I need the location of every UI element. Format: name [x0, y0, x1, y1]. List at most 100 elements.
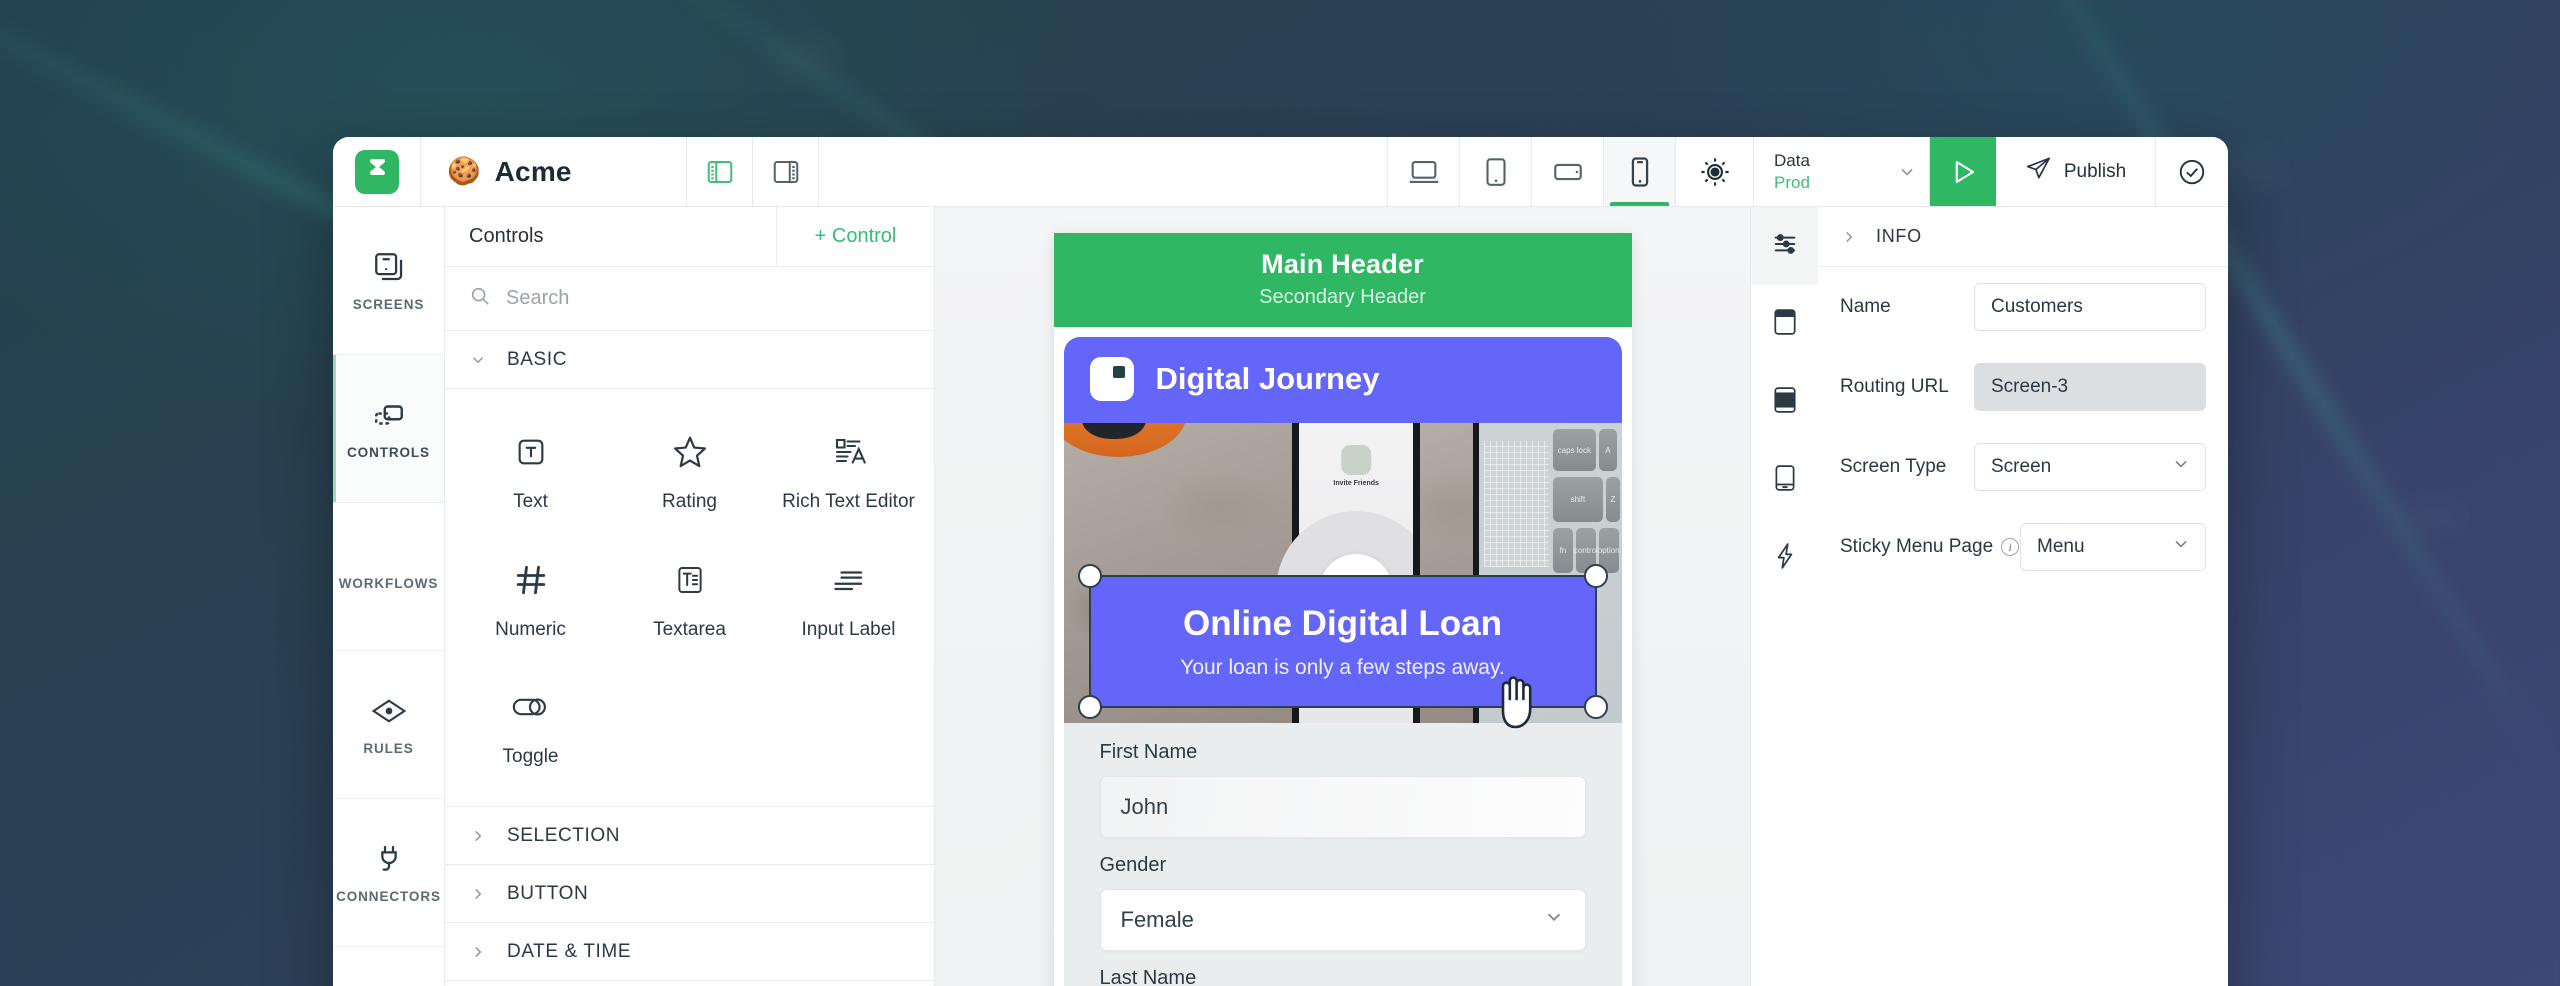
first-name-label: First Name	[1099, 741, 1198, 763]
hero-key: A	[1598, 429, 1618, 471]
chevron-right-icon	[469, 885, 487, 903]
hero-app-shortcut: Invite Friends	[1333, 445, 1379, 487]
section-header-selection[interactable]: SELECTION	[445, 807, 934, 866]
device-desktop-button[interactable]	[1388, 137, 1460, 206]
design-canvas[interactable]: Main Header Secondary Header Digital Jou…	[935, 207, 1750, 986]
panel-tab-footer[interactable]	[1751, 441, 1818, 519]
property-label: Screen Type	[1840, 456, 1947, 477]
property-label: Name	[1840, 296, 1891, 317]
control-input-label[interactable]: Input Label	[769, 543, 928, 665]
preview-form: First Name John Gender Female Last Name	[1063, 723, 1622, 986]
top-toolbar: 🍪 Acme Data Prod Publish	[333, 137, 2228, 207]
name-input[interactable]: Customers	[1974, 283, 2206, 331]
control-rich-text-editor[interactable]: Rich Text Editor	[769, 415, 928, 537]
preview-run-button[interactable]	[1930, 137, 1996, 206]
sidebar-item-label: CONTROLS	[347, 444, 430, 460]
digital-journey-card[interactable]: Digital Journey	[1063, 337, 1622, 423]
info-properties-panel: INFO Name Customers Routing URL Screen-3…	[1818, 207, 2228, 986]
section-header-date-time[interactable]: DATE & TIME	[445, 923, 934, 982]
properties-nav-rail	[1750, 207, 1818, 986]
eye-diamond-icon	[371, 694, 407, 728]
panel-tab-header[interactable]	[1751, 285, 1818, 363]
header-panel-icon	[1772, 308, 1798, 341]
section-label: SELECTION	[507, 824, 621, 846]
panel-tab-body[interactable]	[1751, 363, 1818, 441]
publish-label: Publish	[2063, 160, 2127, 182]
basic-controls-grid: Text Rating Rich Text Editor Numeric Tex…	[445, 389, 934, 806]
sidebar-item-rules[interactable]: RULES	[333, 651, 444, 799]
sidebar-item-label: WORKFLOWS	[338, 575, 439, 591]
sidebar-item-label: SCREENS	[352, 296, 425, 312]
primary-nav-rail: SCREENS CONTROLS WORKFLOWS RULES CONNECT…	[333, 207, 445, 986]
control-numeric[interactable]: Numeric	[451, 543, 610, 665]
info-icon[interactable]: i	[2001, 538, 2020, 556]
sticky-menu-page-select[interactable]: Menu	[2020, 523, 2206, 571]
device-mobile-button[interactable]	[1604, 137, 1676, 206]
sidebar-item-screens[interactable]: SCREENS	[333, 207, 444, 355]
selected-element-online-digital-loan[interactable]: Online Digital Loan Your loan is only a …	[1077, 564, 1608, 729]
add-control-button[interactable]: + Control	[776, 207, 934, 266]
app-logo[interactable]	[333, 137, 421, 206]
chevron-down-icon	[469, 351, 487, 369]
panel-tab-actions[interactable]	[1751, 519, 1818, 597]
paper-plane-icon	[2025, 155, 2052, 188]
resize-handle-top-right[interactable]	[1583, 564, 1608, 588]
property-label: Routing URL	[1840, 376, 1949, 397]
chevron-right-icon	[1840, 228, 1858, 246]
star-icon	[671, 431, 709, 473]
collapsed-sections: SELECTION BUTTON DATE & TIME	[445, 806, 934, 982]
control-label: Toggle	[502, 746, 559, 768]
sliders-icon	[1771, 230, 1799, 263]
sidebar-item-partial[interactable]	[333, 947, 444, 986]
gender-label: Gender	[1099, 854, 1167, 876]
wallpaper-blob	[770, 40, 840, 74]
resize-handle-bottom-right[interactable]	[1583, 695, 1608, 719]
publish-button[interactable]: Publish	[1996, 137, 2156, 206]
section-header-button[interactable]: BUTTON	[445, 865, 934, 924]
chevron-right-icon	[469, 943, 487, 961]
gear-icon[interactable]	[1676, 137, 1754, 206]
chevron-down-icon[interactable]	[1884, 137, 1930, 206]
s-logo-icon	[354, 149, 399, 194]
section-label: BUTTON	[507, 882, 589, 904]
panel-left-icon[interactable]	[687, 137, 753, 206]
device-tablet-portrait-button[interactable]	[1460, 137, 1532, 206]
resize-handle-bottom-left[interactable]	[1077, 695, 1102, 719]
screen-type-select[interactable]: Screen	[1974, 443, 2206, 491]
search-input[interactable]	[506, 287, 910, 310]
control-label: Input Label	[801, 618, 896, 640]
device-tablet-landscape-button[interactable]	[1532, 137, 1604, 206]
section-label: DATE & TIME	[507, 940, 632, 962]
control-rating[interactable]: Rating	[610, 415, 769, 537]
sidebar-item-connectors[interactable]: CONNECTORS	[333, 799, 444, 947]
workspace-name[interactable]: 🍪 Acme	[421, 137, 687, 206]
section-header-basic[interactable]: BASIC	[445, 331, 934, 389]
control-label: Text	[513, 491, 548, 512]
first-name-input[interactable]: John	[1099, 776, 1586, 838]
plug-icon	[373, 842, 405, 876]
property-label: Sticky Menu Page i	[1840, 536, 2020, 558]
data-env-value: Prod	[1774, 172, 1810, 192]
gender-select[interactable]: Female	[1099, 889, 1586, 951]
check-circle-icon[interactable]	[2156, 137, 2228, 206]
preview-main-header[interactable]: Main Header Secondary Header	[1053, 233, 1632, 327]
info-panel-header[interactable]: INFO	[1818, 207, 2228, 267]
control-textarea[interactable]: Textarea	[610, 543, 769, 665]
sidebar-item-workflows[interactable]: WORKFLOWS	[333, 503, 444, 651]
chevron-down-icon	[1543, 906, 1565, 934]
panel-tab-settings[interactable]	[1751, 207, 1818, 285]
data-environment-selector[interactable]: Data Prod	[1754, 137, 1884, 206]
app-body: SCREENS CONTROLS WORKFLOWS RULES CONNECT…	[333, 207, 2228, 986]
sticky-menu-value: Menu	[2037, 536, 2085, 557]
resize-handle-top-left[interactable]	[1077, 564, 1102, 588]
control-text[interactable]: Text	[451, 415, 610, 537]
hero-trackpad	[1484, 441, 1549, 567]
control-toggle[interactable]: Toggle	[451, 670, 610, 792]
panel-right-icon[interactable]	[753, 137, 819, 206]
sidebar-item-label: CONNECTORS	[336, 888, 441, 904]
sidebar-item-controls[interactable]: CONTROLS	[333, 355, 444, 503]
brand-name-label: Acme	[494, 155, 572, 187]
property-row-screen-type: Screen Type Screen	[1818, 427, 2228, 507]
property-label-text: Sticky Menu Page	[1840, 536, 1994, 557]
rich-text-icon	[831, 431, 867, 473]
